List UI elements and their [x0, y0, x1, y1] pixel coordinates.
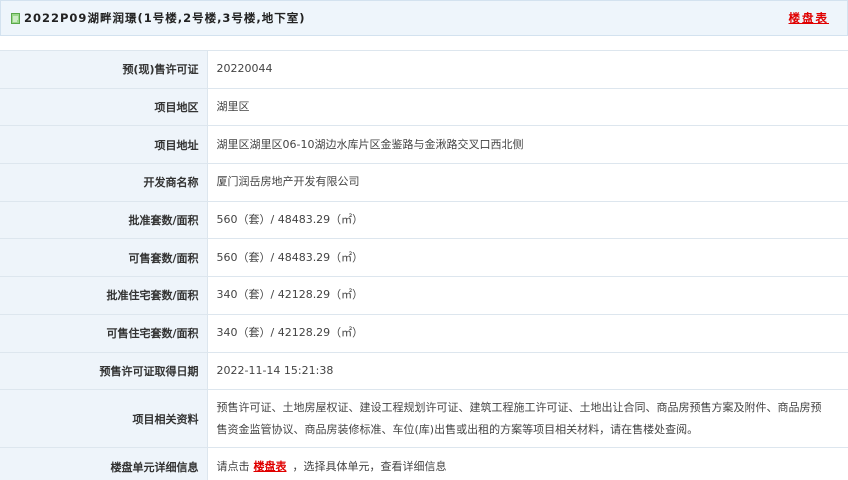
- table-row: 项目地址 湖里区湖里区06-10湖边水库片区金鉴路与金湫路交叉口西北侧: [0, 125, 848, 165]
- table-row: 可售套数/面积 560（套）/ 48483.29（㎡）: [0, 238, 848, 278]
- row-label: 预(现)售许可证: [0, 50, 208, 89]
- table-row: 预(现)售许可证 20220044: [0, 50, 848, 89]
- row-label: 楼盘单元详细信息: [0, 447, 208, 480]
- row-value: 340（套）/ 42128.29（㎡）: [207, 314, 848, 353]
- unit-info-suffix: ，选择具体单元，查看详细信息: [292, 459, 447, 473]
- table-row: 项目地区 湖里区: [0, 88, 848, 127]
- row-label: 开发商名称: [0, 163, 208, 202]
- building-table-link[interactable]: 楼盘表: [789, 10, 830, 26]
- row-value: 湖里区湖里区06-10湖边水库片区金鉴路与金湫路交叉口西北侧: [207, 125, 848, 165]
- table-row: 可售住宅套数/面积 340（套）/ 42128.29（㎡）: [0, 314, 848, 353]
- row-label: 预售许可证取得日期: [0, 352, 208, 391]
- row-label: 可售套数/面积: [0, 238, 208, 278]
- row-value: 340（套）/ 42128.29（㎡）: [207, 276, 848, 315]
- row-label: 项目地区: [0, 88, 208, 127]
- row-value: 厦门润岳房地产开发有限公司: [207, 163, 848, 202]
- table-row: 批准住宅套数/面积 340（套）/ 42128.29（㎡）: [0, 276, 848, 315]
- document-icon: [11, 12, 20, 24]
- project-info-table: 预(现)售许可证 20220044 项目地区 湖里区 项目地址 湖里区湖里区06…: [0, 50, 848, 480]
- row-label: 批准套数/面积: [0, 201, 208, 240]
- row-label: 可售住宅套数/面积: [0, 314, 208, 353]
- row-value: 请点击 楼盘表 ，选择具体单元，查看详细信息: [207, 447, 848, 480]
- row-value: 2022-11-14 15:21:38: [207, 352, 848, 391]
- table-row: 批准套数/面积 560（套）/ 48483.29（㎡）: [0, 201, 848, 240]
- row-value: 560（套）/ 48483.29（㎡）: [207, 238, 848, 278]
- row-label: 项目地址: [0, 125, 208, 165]
- row-value: 560（套）/ 48483.29（㎡）: [207, 201, 848, 240]
- row-label: 项目相关资料: [0, 389, 208, 449]
- table-row: 楼盘单元详细信息 请点击 楼盘表 ，选择具体单元，查看详细信息: [0, 447, 848, 480]
- table-row: 项目相关资料 预售许可证、土地房屋权证、建设工程规划许可证、建筑工程施工许可证、…: [0, 389, 848, 449]
- row-value: 预售许可证、土地房屋权证、建设工程规划许可证、建筑工程施工许可证、土地出让合同、…: [207, 389, 848, 449]
- unit-info-prefix: 请点击: [216, 459, 250, 473]
- page-header: 2022P09湖畔润璟(1号楼,2号楼,3号楼,地下室) 楼盘表: [0, 0, 848, 36]
- table-row: 开发商名称 厦门润岳房地产开发有限公司: [0, 163, 848, 202]
- table-row: 预售许可证取得日期 2022-11-14 15:21:38: [0, 352, 848, 391]
- project-title: 2022P09湖畔润璟(1号楼,2号楼,3号楼,地下室): [24, 11, 306, 25]
- row-label: 批准住宅套数/面积: [0, 276, 208, 315]
- row-value: 20220044: [207, 50, 848, 89]
- row-value: 湖里区: [207, 88, 848, 127]
- building-table-inline-link[interactable]: 楼盘表: [254, 460, 287, 473]
